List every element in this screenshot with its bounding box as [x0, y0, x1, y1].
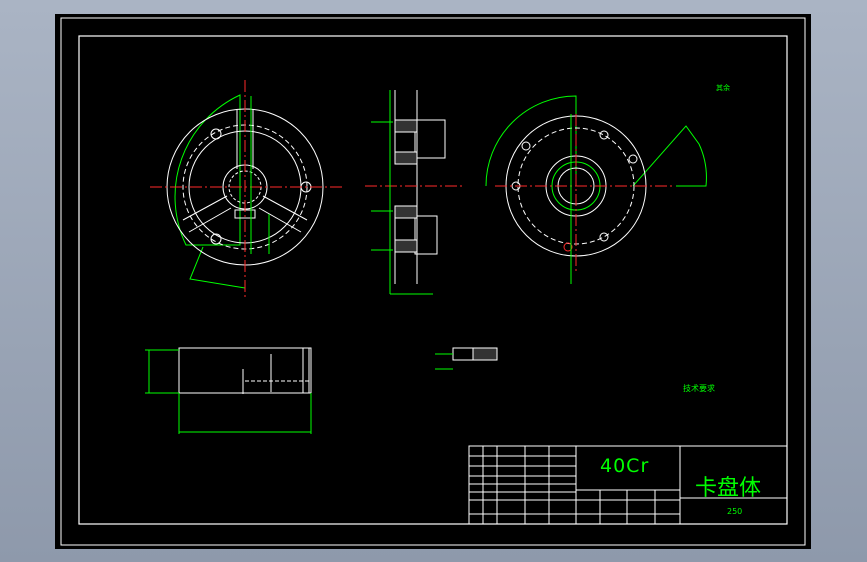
right-view-hole-1 [599, 130, 609, 140]
front-view-hole-3 [210, 233, 222, 245]
detail-hatch [472, 347, 498, 361]
hatched-section [394, 151, 418, 165]
hatched-section [394, 205, 418, 219]
bottom-view [145, 347, 312, 434]
side-section-view [365, 90, 465, 295]
right-view-hole-5 [521, 141, 531, 151]
scale-label: 250 [727, 507, 743, 516]
side-view-upper-block [414, 119, 446, 159]
cad-drawing [60, 17, 806, 546]
detail-view [435, 347, 498, 370]
slot-line [258, 207, 302, 233]
side-view-lower-block [414, 215, 438, 255]
front-view-section-lower [189, 246, 246, 289]
hatched-section [394, 119, 418, 133]
drawing-sheet: 40Cr 卡盘体 250 技术要求 其余 [55, 14, 811, 549]
right-view [485, 95, 707, 284]
hatched-section [394, 239, 418, 253]
slot-line [182, 195, 228, 221]
corner-roughness-note: 其余 [716, 84, 730, 92]
bottom-view-body [178, 347, 310, 394]
front-view [150, 80, 345, 299]
bottom-view-flange [302, 347, 312, 394]
outer-border [60, 17, 806, 546]
right-view-hole-4 [599, 232, 609, 242]
part-name-label: 卡盘体 [695, 476, 762, 501]
technical-requirements-heading: 技术要求 [683, 384, 715, 393]
front-view-section-arc [174, 94, 241, 246]
right-view-hole-2 [628, 154, 638, 164]
slot-line [188, 207, 232, 233]
right-view-section-arc [485, 95, 577, 187]
slot-line [262, 195, 308, 221]
right-view-section-wedge [632, 125, 707, 187]
inner-border [78, 35, 788, 525]
material-label: 40Cr [600, 455, 650, 477]
